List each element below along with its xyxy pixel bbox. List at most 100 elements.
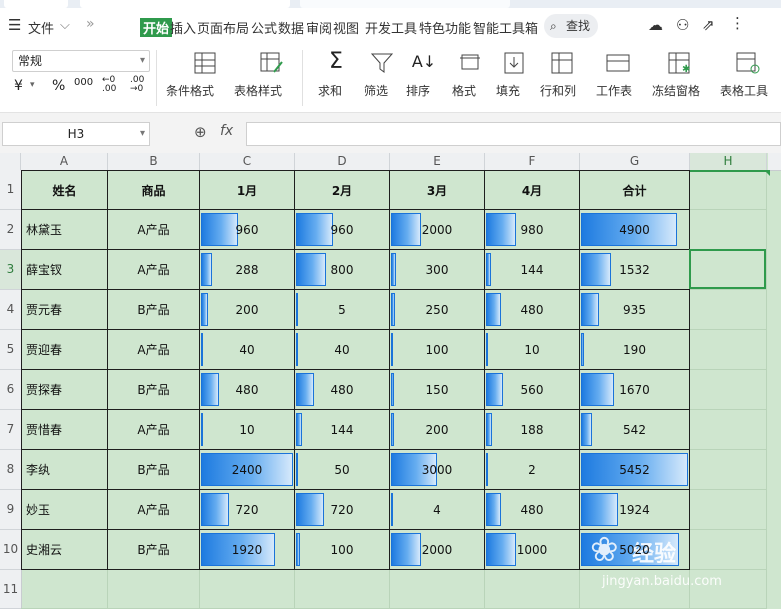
formula-input[interactable] xyxy=(246,122,781,146)
table-cell[interactable]: 960 xyxy=(295,210,390,250)
tab-special[interactable]: 特色功能 xyxy=(419,18,471,37)
sum-button[interactable]: Σ 求和 xyxy=(318,48,354,98)
table-cell[interactable]: 2000 xyxy=(390,210,485,250)
sort-button[interactable]: A↓ 排序 xyxy=(406,48,442,98)
zoom-icon[interactable]: ⊕ xyxy=(194,123,207,141)
table-tools-button[interactable]: 表格工具 xyxy=(720,48,776,98)
table-cell[interactable]: 李纨 xyxy=(21,450,108,490)
table-cell[interactable]: 林黛玉 xyxy=(21,210,108,250)
table-cell[interactable]: 贾惜春 xyxy=(21,410,108,450)
row-header-10[interactable]: 10 xyxy=(0,530,22,570)
header-cell[interactable]: 姓名 xyxy=(21,170,108,210)
empty-cell[interactable] xyxy=(690,290,767,330)
table-cell[interactable]: 5 xyxy=(295,290,390,330)
window-tab-active[interactable] xyxy=(300,0,510,8)
cloud-sync-icon[interactable]: ☁ xyxy=(648,16,663,34)
file-menu[interactable]: 文件 xyxy=(28,18,54,37)
empty-cell[interactable] xyxy=(21,570,108,609)
tab-home[interactable]: 开始 xyxy=(140,18,173,37)
decrease-decimal-button[interactable]: .00 →0 xyxy=(130,76,154,94)
table-cell[interactable]: 1670 xyxy=(580,370,690,410)
table-cell[interactable]: 史湘云 xyxy=(21,530,108,570)
table-cell[interactable]: 薛宝钗 xyxy=(21,250,108,290)
worksheet-button[interactable]: 工作表 xyxy=(596,48,640,98)
table-cell[interactable]: B产品 xyxy=(108,450,200,490)
tab-smart-toolbox[interactable]: 智能工具箱 xyxy=(473,18,538,37)
redo-arrow-icon[interactable]: » xyxy=(86,16,95,32)
tab-page-layout[interactable]: 页面布局 xyxy=(197,18,249,37)
table-cell[interactable]: 720 xyxy=(295,490,390,530)
table-cell[interactable]: 480 xyxy=(200,370,295,410)
empty-cell[interactable] xyxy=(390,570,485,609)
column-header-b[interactable]: B xyxy=(108,153,200,171)
window-tab[interactable] xyxy=(80,0,290,8)
row-header-8[interactable]: 8 xyxy=(0,450,22,490)
column-header-f[interactable]: F xyxy=(485,153,580,171)
table-cell[interactable]: 40 xyxy=(295,330,390,370)
chevron-down-icon[interactable]: ▾ xyxy=(30,80,35,90)
tab-insert[interactable]: 插入 xyxy=(170,18,196,37)
table-cell[interactable]: 2400 xyxy=(200,450,295,490)
table-cell[interactable]: 250 xyxy=(390,290,485,330)
column-header-d[interactable]: D xyxy=(295,153,390,171)
empty-cell[interactable] xyxy=(200,570,295,609)
header-cell[interactable]: 1月 xyxy=(200,170,295,210)
tab-review[interactable]: 审阅 xyxy=(306,18,332,37)
select-all-corner[interactable] xyxy=(0,153,21,171)
table-cell[interactable]: 4 xyxy=(390,490,485,530)
table-cell[interactable]: 贾迎春 xyxy=(21,330,108,370)
table-style-button[interactable]: 表格样式 xyxy=(234,48,294,98)
share-icon[interactable]: ⇗ xyxy=(702,16,715,34)
empty-cell[interactable] xyxy=(690,370,767,410)
table-cell[interactable]: 1924 xyxy=(580,490,690,530)
table-cell[interactable]: 190 xyxy=(580,330,690,370)
row-header-3[interactable]: 3 xyxy=(0,250,22,290)
table-cell[interactable]: 480 xyxy=(295,370,390,410)
empty-cell[interactable] xyxy=(108,570,200,609)
row-header-6[interactable]: 6 xyxy=(0,370,22,410)
empty-cell[interactable] xyxy=(690,210,767,250)
table-cell[interactable]: A产品 xyxy=(108,330,200,370)
row-header-9[interactable]: 9 xyxy=(0,490,22,530)
table-cell[interactable]: 480 xyxy=(485,290,580,330)
table-cell[interactable]: 200 xyxy=(390,410,485,450)
freeze-panes-button[interactable]: ✱ 冻结窗格 xyxy=(652,48,708,98)
row-header-5[interactable]: 5 xyxy=(0,330,22,370)
table-cell[interactable]: 10 xyxy=(200,410,295,450)
table-cell[interactable]: 150 xyxy=(390,370,485,410)
more-icon[interactable]: ⋮ xyxy=(730,14,745,32)
table-cell[interactable]: A产品 xyxy=(108,490,200,530)
table-cell[interactable]: 542 xyxy=(580,410,690,450)
table-cell[interactable]: 1920 xyxy=(200,530,295,570)
filter-button[interactable]: 筛选 xyxy=(364,48,400,98)
row-header-2[interactable]: 2 xyxy=(0,210,22,250)
table-cell[interactable]: B产品 xyxy=(108,290,200,330)
table-cell[interactable]: 960 xyxy=(200,210,295,250)
format-button[interactable]: 格式 xyxy=(452,48,488,98)
table-cell[interactable]: 144 xyxy=(485,250,580,290)
selected-cell-h3[interactable] xyxy=(689,249,766,289)
header-cell[interactable]: 合计 xyxy=(580,170,690,210)
header-cell[interactable]: 4月 xyxy=(485,170,580,210)
row-header-7[interactable]: 7 xyxy=(0,410,22,450)
table-cell[interactable]: 935 xyxy=(580,290,690,330)
number-format-select[interactable]: 常规 ▾ xyxy=(12,50,150,72)
header-cell[interactable]: 商品 xyxy=(108,170,200,210)
empty-cell[interactable] xyxy=(485,570,580,609)
window-tab[interactable] xyxy=(4,0,68,8)
table-cell[interactable]: 40 xyxy=(200,330,295,370)
column-header-g[interactable]: G xyxy=(580,153,690,171)
chevron-down-icon[interactable]: ⌵ xyxy=(60,18,70,33)
table-cell[interactable]: 200 xyxy=(200,290,295,330)
table-cell[interactable]: 3000 xyxy=(390,450,485,490)
row-header-1[interactable]: 1 xyxy=(0,170,22,210)
tab-developer[interactable]: 开发工具 xyxy=(365,18,417,37)
currency-button[interactable]: ¥ xyxy=(14,78,23,94)
row-header-4[interactable]: 4 xyxy=(0,290,22,330)
table-cell[interactable]: B产品 xyxy=(108,370,200,410)
tab-formulas[interactable]: 公式 xyxy=(251,18,277,37)
table-cell[interactable]: 2 xyxy=(485,450,580,490)
search-button[interactable]: ⌕ 查找 xyxy=(544,14,598,38)
table-cell[interactable]: 贾探春 xyxy=(21,370,108,410)
empty-cell[interactable] xyxy=(690,490,767,530)
